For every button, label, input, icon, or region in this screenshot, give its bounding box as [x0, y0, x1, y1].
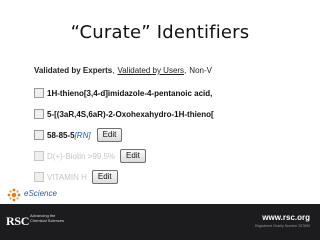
identifier-row-2: 5-[(3aR,4S,6aR)-2-Oxohexahydro-1H-thieno… — [34, 107, 214, 121]
checkbox[interactable] — [34, 109, 44, 119]
edit-button[interactable]: Edit — [120, 149, 146, 163]
identifiers-panel: Validated by Experts, Validated by Users,… — [34, 62, 286, 190]
rn-tag: [RN] — [74, 130, 91, 140]
tab-validated-by-experts[interactable]: Validated by Experts — [34, 66, 112, 75]
identifier-name: VITAMIN H — [47, 172, 87, 182]
identifier-name: 5-[(3aR,4S,6aR)-2-Oxohexahydro-1H-thieno… — [47, 109, 214, 119]
checkbox[interactable] — [34, 130, 44, 140]
identifier-row-1: 1H-thieno[3,4-d]imidazole-4-pentanoic ac… — [34, 86, 212, 100]
tab-non-validated[interactable]: Non-V — [189, 66, 212, 75]
cas-number: 58-85-5 — [47, 130, 75, 140]
tab-separator: , — [112, 66, 115, 75]
rsc-subtitle: Advancing the Chemical Sciences — [30, 213, 74, 223]
footer-url[interactable]: www.rsc.org — [262, 213, 310, 222]
identifier-row-5: VITAMIN H Edit — [34, 170, 118, 184]
identifier-row-3: 58-85-5 [RN] Edit — [34, 128, 123, 142]
tab-separator-2: , — [184, 66, 187, 75]
slide-title: “Curate” Identifiers — [70, 22, 250, 43]
checkbox[interactable] — [34, 172, 44, 182]
checkbox[interactable] — [34, 151, 44, 161]
footer-tagline: Registered Charity Number 207890 — [254, 224, 310, 228]
identifier-name: D(+)-Biotin >99.5% — [47, 151, 116, 161]
checkbox[interactable] — [34, 88, 44, 98]
tab-validated-by-users[interactable]: Validated by Users — [118, 66, 185, 75]
footer-bar: RSC Advancing the Chemical Sciences www.… — [0, 204, 320, 240]
rsc-subtitle-line2: Chemical Sciences — [30, 218, 65, 223]
identifier-name: 1H-thieno[3,4-d]imidazole-4-pentanoic ac… — [47, 88, 213, 98]
validation-tabs: Validated by Experts, Validated by Users,… — [34, 66, 212, 76]
edit-button[interactable]: Edit — [91, 170, 118, 184]
rsc-logo: RSC — [6, 214, 30, 228]
edit-button[interactable]: Edit — [96, 128, 123, 142]
identifier-row-4: D(+)-Biotin >99.5% Edit — [34, 149, 146, 163]
escience-logo-text: eScience — [24, 189, 57, 198]
